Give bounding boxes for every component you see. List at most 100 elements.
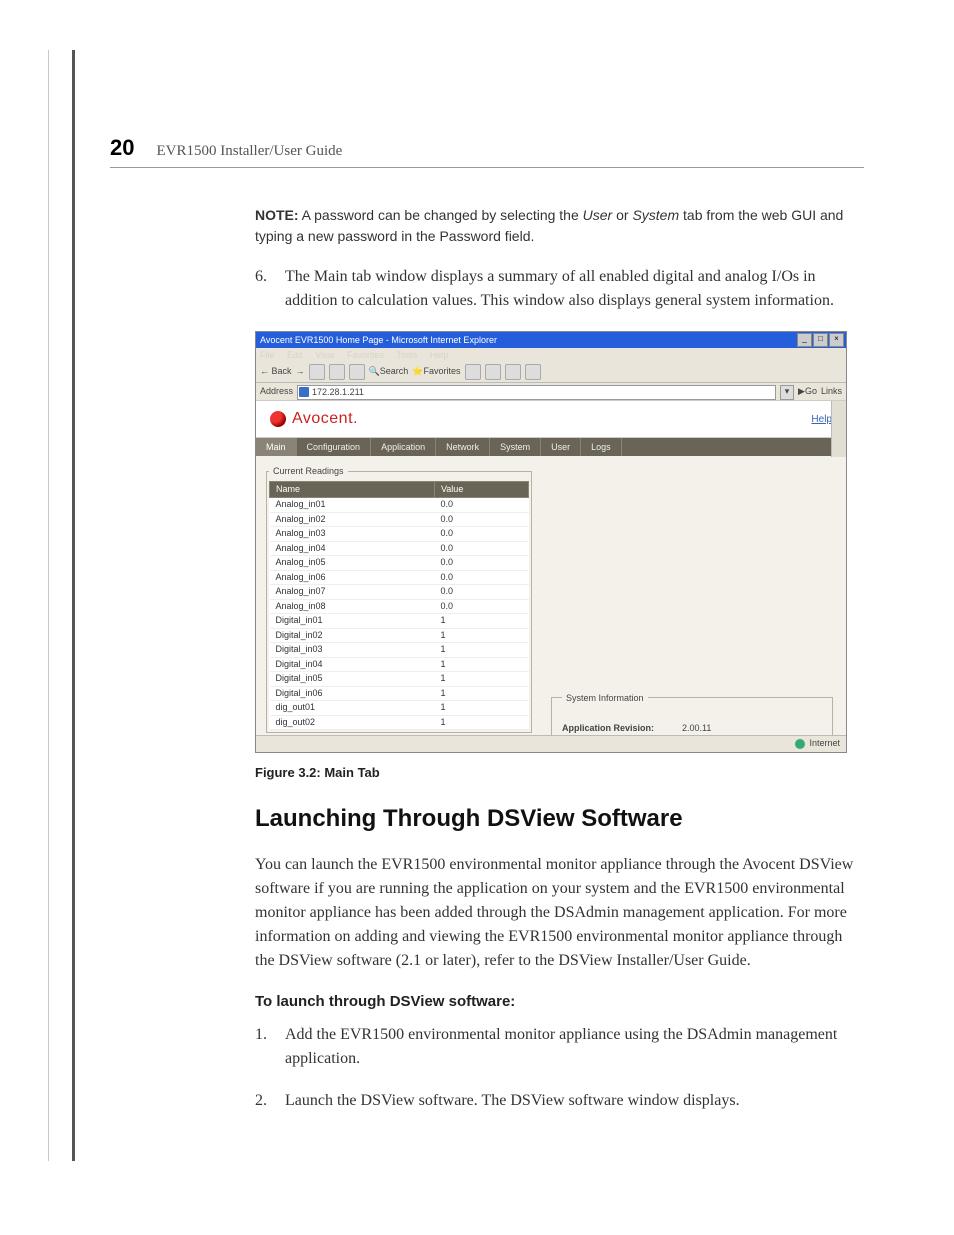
browser-menubar: File Edit View Favorites Tools Help [256,348,846,362]
forward-button[interactable]: → [296,365,305,379]
menu-favorites[interactable]: Favorites [347,350,384,360]
search-button[interactable]: 🔍Search [369,365,409,379]
main-panel: Current Readings Name Value Analog_in010… [256,457,846,736]
browser-toolbar: ← Back → 🔍Search ⭐Favorites [256,362,846,383]
tab-system[interactable]: System [490,438,541,456]
reading-name: Analog_in03 [270,527,435,542]
step-6: 6. The Main tab window displays a summar… [255,265,855,313]
table-row: Analog_in040.0 [270,541,529,556]
menu-view[interactable]: View [315,350,334,360]
table-row: Analog_in030.0 [270,527,529,542]
maximize-button[interactable]: □ [813,333,828,347]
reading-name: Digital_in03 [270,643,435,658]
address-dropdown-icon[interactable]: ▾ [780,385,794,400]
tab-configuration[interactable]: Configuration [297,438,372,456]
mail-icon[interactable] [485,364,501,380]
reading-value: 1 [434,614,528,629]
step-6-number: 6. [255,265,285,313]
note-or: or [612,207,632,223]
refresh-icon[interactable] [329,364,345,380]
reading-value: 1 [434,686,528,701]
table-row: Digital_in021 [270,628,529,643]
note-text-1: A password can be changed by selecting t… [299,207,583,223]
menu-help[interactable]: Help [430,350,449,360]
reading-name: dig_out02 [270,715,435,730]
section-paragraph: You can launch the EVR1500 environmental… [255,853,855,973]
stop-icon[interactable] [309,364,325,380]
tab-main[interactable]: Main [256,438,297,456]
minimize-button[interactable]: _ [797,333,812,347]
reading-name: Digital_in06 [270,686,435,701]
reading-name: Analog_in02 [270,512,435,527]
tab-user[interactable]: User [541,438,581,456]
note-box: NOTE: A password can be changed by selec… [255,205,855,247]
step-2: 2. Launch the DSView software. The DSVie… [255,1089,855,1113]
status-bar: Internet [256,735,846,752]
avocent-logo-icon [270,411,286,427]
reading-value: 0.0 [434,570,528,585]
table-row: Digital_in051 [270,672,529,687]
reading-value: 1 [434,643,528,658]
reading-name: Analog_in01 [270,498,435,513]
table-row: Analog_in080.0 [270,599,529,614]
go-button[interactable]: ▶Go [798,385,817,399]
table-row: dig_out021 [270,715,529,730]
reading-value: 0.0 [434,541,528,556]
app-revision-label: Application Revision: [562,722,682,736]
close-button[interactable]: × [829,333,844,347]
reading-value: 0.0 [434,585,528,600]
menu-file[interactable]: File [260,350,275,360]
help-link[interactable]: Help [811,412,832,427]
tab-application[interactable]: Application [371,438,436,456]
tab-row: Main Configuration Application Network S… [256,438,846,456]
favorites-button[interactable]: ⭐Favorites [412,365,460,379]
note-system-word: System [632,207,679,223]
reading-name: Digital_in04 [270,657,435,672]
reading-name: Digital_in05 [270,672,435,687]
note-label: NOTE: [255,207,299,223]
status-zone-text: Internet [809,737,840,751]
reading-value: 1 [434,715,528,730]
menu-tools[interactable]: Tools [396,350,417,360]
current-readings-legend: Current Readings [269,465,348,479]
page-header: 20 EVR1500 Installer/User Guide [110,135,864,168]
tab-network[interactable]: Network [436,438,490,456]
print-icon[interactable] [505,364,521,380]
page-number: 20 [110,135,134,161]
page-body: Avocent. Help Main Configuration Applica… [256,400,846,736]
back-button[interactable]: ← Back [260,365,292,379]
reading-name: Analog_in06 [270,570,435,585]
reading-name: Analog_in07 [270,585,435,600]
address-input[interactable]: 172.28.1.211 [297,385,776,400]
table-row: Analog_in020.0 [270,512,529,527]
step-1: 1. Add the EVR1500 environmental monitor… [255,1023,855,1071]
table-row: Digital_in041 [270,657,529,672]
links-label[interactable]: Links [821,385,842,399]
table-row: Analog_in060.0 [270,570,529,585]
page-rule-inner [72,50,75,1161]
screenshot-main-tab: Avocent EVR1500 Home Page - Microsoft In… [255,331,847,753]
reading-value: 1 [434,657,528,672]
note-user-word: User [583,207,613,223]
readings-col-name: Name [270,481,435,498]
reading-name: Analog_in08 [270,599,435,614]
address-value: 172.28.1.211 [312,387,364,397]
edit-icon[interactable] [525,364,541,380]
table-row: Digital_in011 [270,614,529,629]
window-titlebar: Avocent EVR1500 Home Page - Microsoft In… [256,332,846,348]
menu-edit[interactable]: Edit [287,350,303,360]
home-icon[interactable] [349,364,365,380]
step-2-number: 2. [255,1089,285,1113]
reading-value: 0.0 [434,599,528,614]
brand-name: Avocent. [292,407,358,431]
internet-zone-icon [795,739,805,749]
history-icon[interactable] [465,364,481,380]
tab-logs[interactable]: Logs [581,438,622,456]
table-row: dig_out011 [270,701,529,716]
table-row: Analog_in070.0 [270,585,529,600]
reading-name: Digital_in02 [270,628,435,643]
table-row: Digital_in031 [270,643,529,658]
reading-value: 0.0 [434,527,528,542]
reading-value: 1 [434,628,528,643]
reading-value: 0.0 [434,512,528,527]
